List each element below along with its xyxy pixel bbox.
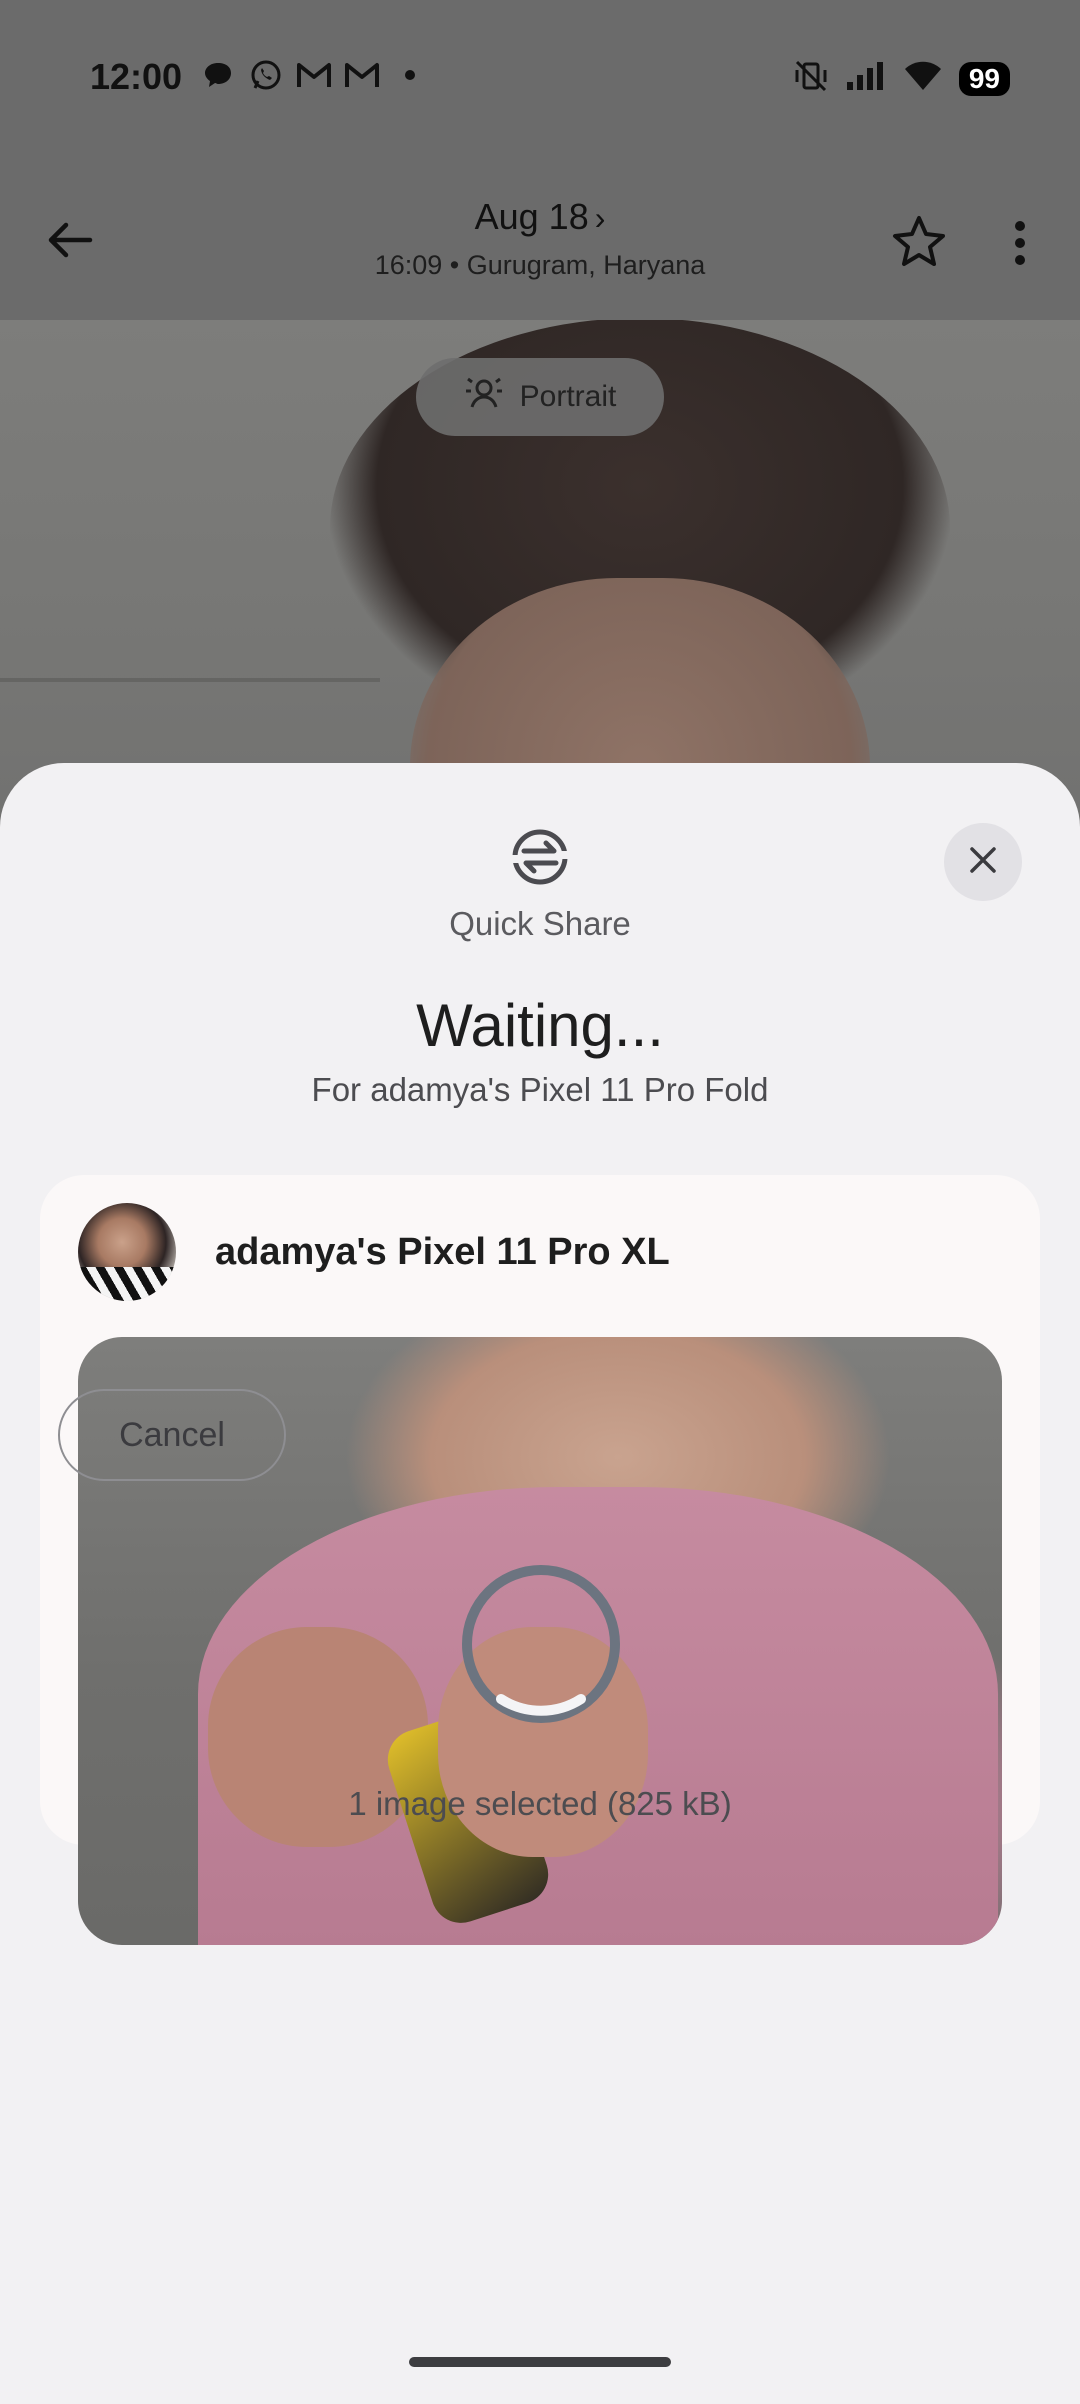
selection-summary: 1 image selected (825 kB) (348, 1785, 732, 1822)
whatsapp-icon (248, 58, 284, 92)
portrait-label: Portrait (519, 380, 617, 413)
avatar (78, 1203, 176, 1301)
gesture-nav-handle[interactable] (409, 2357, 671, 2367)
photo-date-label: Aug 18 (474, 196, 589, 237)
status-bar: 12:00 99 (0, 0, 1080, 160)
quick-share-label: Quick Share (449, 905, 631, 942)
quick-share-icon (508, 825, 572, 889)
loading-spinner-icon (456, 1559, 626, 1729)
close-button[interactable] (944, 823, 1022, 901)
dot-icon (392, 58, 428, 92)
wifi-icon (903, 60, 943, 97)
close-icon (966, 843, 1000, 882)
more-vert-icon[interactable] (1000, 210, 1040, 276)
battery-icon: 99 (958, 61, 1010, 96)
star-icon[interactable] (886, 210, 952, 276)
transfer-card: adamya's Pixel 11 Pro XL 1 image selecte… (40, 1175, 1040, 1945)
system-status: 99 (793, 58, 1010, 99)
signal-icon (845, 60, 887, 97)
waiting-heading: Waiting... (416, 992, 664, 1059)
cancel-button[interactable]: Cancel (58, 1389, 286, 1481)
portrait-chip[interactable]: Portrait (416, 358, 664, 436)
avatar-clothing (78, 1267, 176, 1301)
chat-bubble-icon (200, 58, 236, 92)
gmail-icon (296, 58, 332, 92)
photo-app-bar: Aug 18 › 16:09 • Gurugram, Haryana (0, 180, 1080, 320)
chevron-right-icon: › (594, 200, 606, 236)
device-name: adamya's Pixel 11 Pro XL (215, 1231, 670, 1273)
mute-vibrate-icon (793, 58, 829, 99)
photo-wall-line (0, 678, 380, 682)
gmail-icon (344, 58, 380, 92)
status-time: 12:00 (90, 56, 183, 97)
portrait-icon (464, 373, 504, 421)
waiting-subheading: For adamya's Pixel 11 Pro Fold (311, 1071, 769, 1108)
quick-share-sheet: Quick Share Waiting... For adamya's Pixe… (0, 763, 1080, 2404)
notification-icons (200, 58, 428, 92)
